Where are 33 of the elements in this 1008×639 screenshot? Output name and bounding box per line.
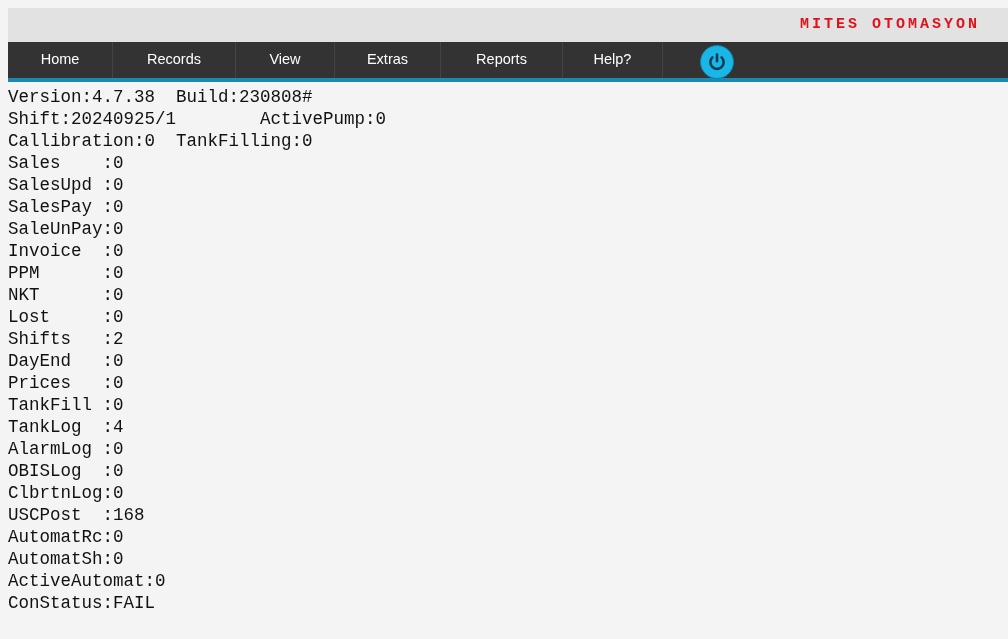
nav-item[interactable]: Records [113, 42, 236, 78]
status-line: Shift:20240925/1 ActivePump:0 [8, 108, 387, 130]
nav-item[interactable]: Home [8, 42, 113, 78]
brand-title: MITES OTOMASYON [799, 14, 980, 35]
nav-item[interactable]: View [236, 42, 335, 78]
status-line: TankLog :4 [8, 416, 124, 438]
power-button[interactable] [700, 45, 734, 79]
status-line: Shifts :2 [8, 328, 124, 350]
status-line: SaleUnPay:0 [8, 218, 124, 240]
status-line: Lost :0 [8, 306, 124, 328]
nav-item[interactable]: Extras [335, 42, 441, 78]
status-line: AutomatSh:0 [8, 548, 124, 570]
nav-item[interactable]: Help? [563, 42, 663, 78]
status-line: TankFill :0 [8, 394, 124, 416]
status-line: PPM :0 [8, 262, 124, 284]
status-line: AlarmLog :0 [8, 438, 124, 460]
power-icon [707, 52, 727, 72]
status-line: ActiveAutomat:0 [8, 570, 166, 592]
status-line: DayEnd :0 [8, 350, 124, 372]
status-line: OBISLog :0 [8, 460, 124, 482]
status-line: Version:4.7.38 Build:230808# [8, 86, 313, 108]
status-line: SalesUpd :0 [8, 174, 124, 196]
status-line: ClbrtnLog:0 [8, 482, 124, 504]
status-line: Invoice :0 [8, 240, 124, 262]
status-line: USCPost :168 [8, 504, 145, 526]
status-line: NKT :0 [8, 284, 124, 306]
status-line: Prices :0 [8, 372, 124, 394]
status-line: SalesPay :0 [8, 196, 124, 218]
status-line: Callibration:0 TankFilling:0 [8, 130, 313, 152]
status-line: ConStatus:FAIL [8, 592, 156, 614]
status-line: AutomatRc:0 [8, 526, 124, 548]
status-line: Sales :0 [8, 152, 124, 174]
nav-item[interactable]: Reports [441, 42, 563, 78]
